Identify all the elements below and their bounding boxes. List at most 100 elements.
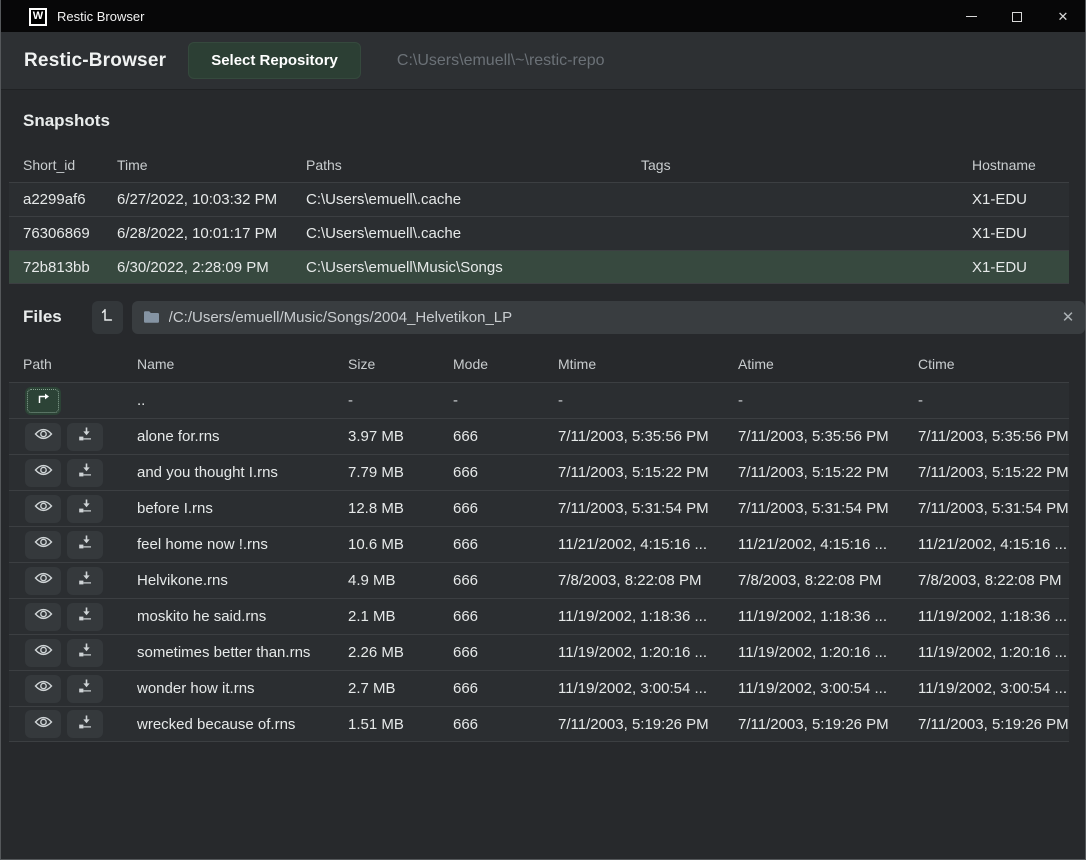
file-cell-ctime: 7/11/2003, 5:35:56 PM bbox=[904, 428, 1069, 445]
minimize-icon bbox=[966, 16, 977, 17]
file-cell-mtime: 7/11/2003, 5:35:56 PM bbox=[544, 428, 724, 445]
file-cell-ctime: 7/11/2003, 5:19:26 PM bbox=[904, 716, 1069, 733]
snapshot-cell-time: 6/28/2022, 10:01:17 PM bbox=[103, 225, 292, 242]
snapshot-cell-time: 6/30/2022, 2:28:09 PM bbox=[103, 259, 292, 276]
snapshot-row[interactable]: 763068696/28/2022, 10:01:17 PMC:\Users\e… bbox=[9, 216, 1069, 250]
file-cell-mode: 666 bbox=[439, 680, 544, 697]
files-table: Path Name Size Mode Mtime Atime Ctime ..… bbox=[9, 346, 1069, 742]
dump-icon bbox=[100, 307, 114, 328]
file-cell-size: 2.7 MB bbox=[334, 680, 439, 697]
select-repository-button[interactable]: Select Repository bbox=[188, 42, 361, 79]
snapshot-row[interactable]: a2299af66/27/2022, 10:03:32 PMC:\Users\e… bbox=[9, 182, 1069, 216]
view-file-button[interactable] bbox=[25, 423, 61, 451]
go-up-button[interactable] bbox=[25, 387, 61, 415]
snapshots-table-header: Short_id Time Paths Tags Hostname bbox=[9, 148, 1069, 182]
eye-icon bbox=[34, 679, 53, 698]
file-cell-name: moskito he said.rns bbox=[123, 608, 334, 625]
file-row-actions bbox=[9, 639, 123, 667]
close-button[interactable]: ✕ bbox=[1040, 0, 1086, 33]
download-file-button[interactable] bbox=[67, 531, 103, 559]
view-file-button[interactable] bbox=[25, 639, 61, 667]
file-row-actions bbox=[9, 603, 123, 631]
file-row[interactable]: wrecked because of.rns1.51 MB6667/11/200… bbox=[9, 706, 1069, 742]
folder-icon bbox=[143, 310, 160, 324]
download-file-button[interactable] bbox=[67, 675, 103, 703]
parent-row-actions bbox=[9, 387, 123, 415]
view-file-button[interactable] bbox=[25, 495, 61, 523]
clear-path-button[interactable]: ✕ bbox=[1051, 301, 1085, 334]
column-header-time: Time bbox=[103, 157, 292, 173]
download-file-button[interactable] bbox=[67, 423, 103, 451]
view-file-button[interactable] bbox=[25, 603, 61, 631]
file-row[interactable]: wonder how it.rns2.7 MB66611/19/2002, 3:… bbox=[9, 670, 1069, 706]
download-file-button[interactable] bbox=[67, 710, 103, 738]
file-row-actions bbox=[9, 531, 123, 559]
file-cell-mode: 666 bbox=[439, 572, 544, 589]
download-icon bbox=[77, 678, 93, 699]
close-icon: ✕ bbox=[1058, 9, 1069, 25]
title-bar[interactable]: W Restic Browser ✕ bbox=[0, 0, 1086, 33]
parent-row-size: - bbox=[334, 392, 439, 409]
file-row[interactable]: before I.rns12.8 MB6667/11/2003, 5:31:54… bbox=[9, 490, 1069, 526]
file-row[interactable]: and you thought I.rns7.79 MB6667/11/2003… bbox=[9, 454, 1069, 490]
file-row[interactable]: sometimes better than.rns2.26 MB66611/19… bbox=[9, 634, 1069, 670]
view-file-button[interactable] bbox=[25, 675, 61, 703]
file-cell-mode: 666 bbox=[439, 716, 544, 733]
file-row[interactable]: moskito he said.rns2.1 MB66611/19/2002, … bbox=[9, 598, 1069, 634]
column-header-mode: Mode bbox=[439, 356, 544, 372]
wails-logo-icon: W bbox=[29, 8, 47, 26]
download-icon bbox=[77, 570, 93, 591]
eye-icon bbox=[34, 535, 53, 554]
file-cell-ctime: 7/8/2003, 8:22:08 PM bbox=[904, 572, 1069, 589]
snapshot-cell-hostname: X1-EDU bbox=[958, 225, 1069, 242]
file-cell-mtime: 7/11/2003, 5:31:54 PM bbox=[544, 500, 724, 517]
snapshot-cell-hostname: X1-EDU bbox=[958, 191, 1069, 208]
file-cell-atime: 7/11/2003, 5:19:26 PM bbox=[724, 716, 904, 733]
file-row[interactable]: Helvikone.rns4.9 MB6667/8/2003, 8:22:08 … bbox=[9, 562, 1069, 598]
snapshot-cell-paths: C:\Users\emuell\.cache bbox=[292, 225, 627, 242]
file-cell-mtime: 7/11/2003, 5:15:22 PM bbox=[544, 464, 724, 481]
download-icon bbox=[77, 534, 93, 555]
download-icon bbox=[77, 426, 93, 447]
download-file-button[interactable] bbox=[67, 495, 103, 523]
column-header-mtime: Mtime bbox=[544, 356, 724, 372]
file-cell-atime: 11/21/2002, 4:15:16 ... bbox=[724, 536, 904, 553]
file-cell-mtime: 11/19/2002, 3:00:54 ... bbox=[544, 680, 724, 697]
download-icon bbox=[77, 498, 93, 519]
minimize-button[interactable] bbox=[948, 0, 994, 33]
file-cell-size: 7.79 MB bbox=[334, 464, 439, 481]
file-row[interactable]: alone for.rns3.97 MB6667/11/2003, 5:35:5… bbox=[9, 418, 1069, 454]
up-right-arrow-icon bbox=[35, 391, 51, 410]
snapshot-cell-paths: C:\Users\emuell\.cache bbox=[292, 191, 627, 208]
download-file-button[interactable] bbox=[67, 639, 103, 667]
current-path-bar[interactable]: /C:/Users/emuell/Music/Songs/2004_Helvet… bbox=[132, 301, 1085, 334]
download-icon bbox=[77, 642, 93, 663]
snapshot-row[interactable]: 72b813bb6/30/2022, 2:28:09 PMC:\Users\em… bbox=[9, 250, 1069, 284]
download-file-button[interactable] bbox=[67, 459, 103, 487]
file-cell-name: before I.rns bbox=[123, 500, 334, 517]
download-file-button[interactable] bbox=[67, 567, 103, 595]
file-cell-atime: 7/11/2003, 5:35:56 PM bbox=[724, 428, 904, 445]
download-file-button[interactable] bbox=[67, 603, 103, 631]
file-cell-size: 10.6 MB bbox=[334, 536, 439, 553]
file-row[interactable]: feel home now !.rns10.6 MB66611/21/2002,… bbox=[9, 526, 1069, 562]
parent-directory-row[interactable]: .. - - - - - bbox=[9, 382, 1069, 418]
parent-row-mtime: - bbox=[544, 392, 724, 409]
view-file-button[interactable] bbox=[25, 531, 61, 559]
dump-snapshot-button[interactable] bbox=[92, 301, 123, 334]
column-header-tags: Tags bbox=[627, 157, 958, 173]
maximize-button[interactable] bbox=[994, 0, 1040, 33]
column-header-size: Size bbox=[334, 356, 439, 372]
file-cell-ctime: 7/11/2003, 5:15:22 PM bbox=[904, 464, 1069, 481]
parent-row-mode: - bbox=[439, 392, 544, 409]
view-file-button[interactable] bbox=[25, 459, 61, 487]
column-header-atime: Atime bbox=[724, 356, 904, 372]
column-header-name: Name bbox=[123, 356, 334, 372]
file-cell-mtime: 7/8/2003, 8:22:08 PM bbox=[544, 572, 724, 589]
view-file-button[interactable] bbox=[25, 710, 61, 738]
view-file-button[interactable] bbox=[25, 567, 61, 595]
eye-icon bbox=[34, 499, 53, 518]
file-cell-mtime: 11/21/2002, 4:15:16 ... bbox=[544, 536, 724, 553]
column-header-ctime: Ctime bbox=[904, 356, 1069, 372]
file-cell-size: 1.51 MB bbox=[334, 716, 439, 733]
